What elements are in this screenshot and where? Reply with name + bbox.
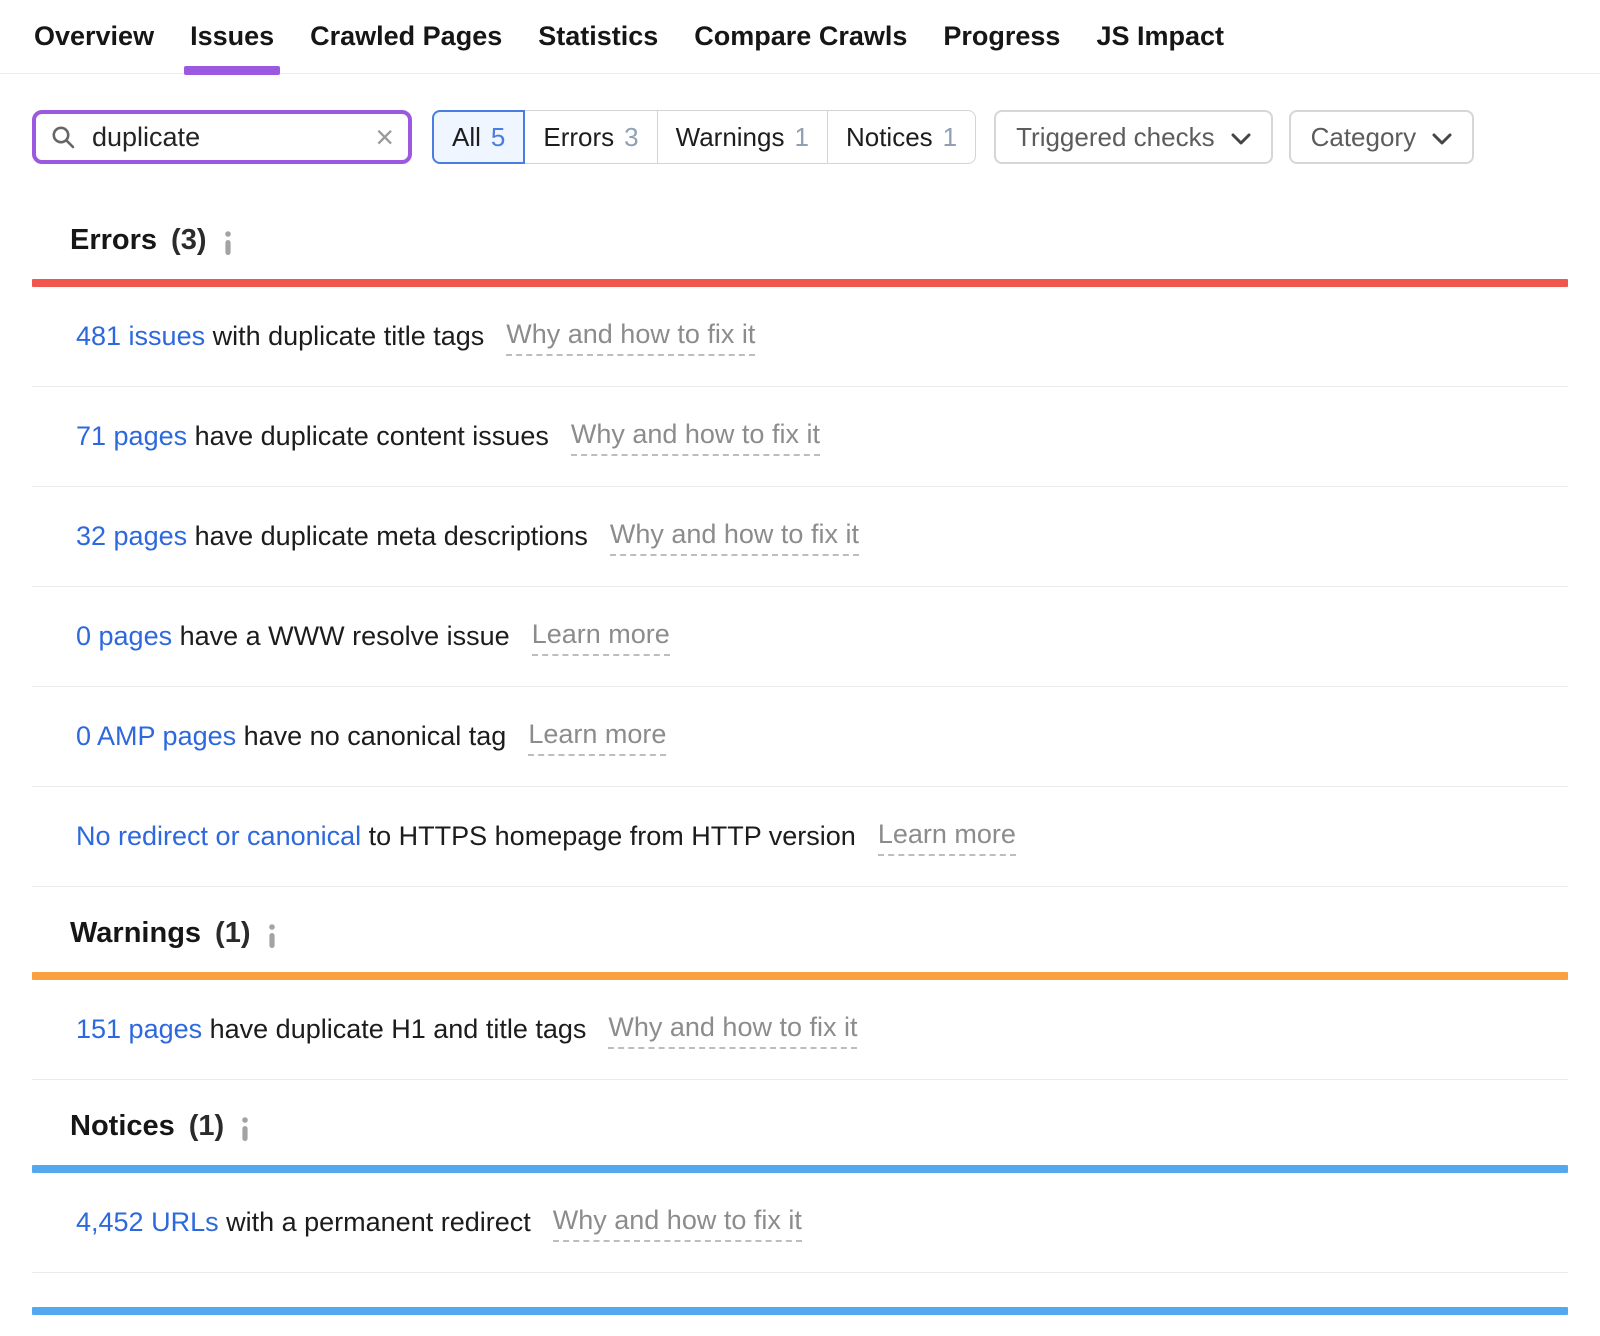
chevron-down-icon	[1432, 133, 1452, 145]
nav-tab-label: Issues	[190, 21, 274, 52]
filter-label: Warnings	[676, 122, 785, 153]
section-warnings: Warnings (1) 151 pages have duplicate H1…	[32, 887, 1568, 1080]
section-header: Warnings (1)	[32, 887, 1568, 972]
severity-bar	[32, 1165, 1568, 1173]
chevron-down-icon	[1231, 133, 1251, 145]
section-header: Notices (1)	[32, 1080, 1568, 1165]
filter-count: 3	[624, 122, 638, 153]
issue-row: 481 issues with duplicate title tags Why…	[32, 287, 1568, 387]
issue-help-link[interactable]: Why and how to fix it	[506, 317, 755, 355]
section-rows: 481 issues with duplicate title tags Why…	[32, 287, 1568, 887]
issue-count-link[interactable]: 0 pages	[76, 621, 172, 652]
clear-search-icon[interactable]: ×	[375, 121, 394, 153]
nav-tab-label: Overview	[34, 21, 154, 52]
issue-description: to HTTPS homepage from HTTP version	[361, 821, 856, 852]
nav-tab-statistics[interactable]: Statistics	[536, 0, 660, 73]
section-title: Notices	[70, 1110, 175, 1143]
nav-tab-progress[interactable]: Progress	[941, 0, 1062, 73]
issue-help-link[interactable]: Learn more	[528, 717, 666, 755]
issue-help-link[interactable]: Learn more	[878, 817, 1016, 855]
issue-help-link[interactable]: Why and how to fix it	[608, 1010, 857, 1048]
category-label: Category	[1311, 122, 1417, 153]
filter-count: 5	[491, 122, 505, 153]
nav-tab-label: Progress	[943, 21, 1060, 52]
severity-filter-group: All 5 Errors 3 Warnings 1 Notices 1	[432, 110, 976, 164]
category-dropdown[interactable]: Category	[1289, 110, 1475, 164]
top-nav: Overview Issues Crawled Pages Statistics…	[0, 0, 1600, 74]
issue-help-link[interactable]: Why and how to fix it	[553, 1203, 802, 1241]
next-section-bar	[32, 1307, 1568, 1315]
filter-notices[interactable]: Notices 1	[827, 110, 976, 164]
severity-bar	[32, 279, 1568, 287]
issue-count-link[interactable]: 71 pages	[76, 421, 187, 452]
issue-description: have no canonical tag	[236, 721, 506, 752]
section-rows: 151 pages have duplicate H1 and title ta…	[32, 980, 1568, 1080]
issue-row: 151 pages have duplicate H1 and title ta…	[32, 980, 1568, 1080]
nav-tab-label: Statistics	[538, 21, 658, 52]
section-count: (1)	[215, 917, 250, 950]
filter-label: Notices	[846, 122, 933, 153]
triggered-checks-label: Triggered checks	[1016, 122, 1214, 153]
info-icon[interactable]	[240, 1117, 250, 1141]
nav-tab-label: Crawled Pages	[310, 21, 502, 52]
triggered-checks-dropdown[interactable]: Triggered checks	[994, 110, 1272, 164]
section-notices: Notices (1) 4,452 URLs with a permanent …	[32, 1080, 1568, 1273]
issue-count-link[interactable]: 0 AMP pages	[76, 721, 236, 752]
issue-row: 0 pages have a WWW resolve issue Learn m…	[32, 587, 1568, 687]
filter-label: Errors	[543, 122, 614, 153]
section-count: (3)	[171, 224, 206, 257]
nav-tab-issues[interactable]: Issues	[188, 0, 276, 73]
issue-count-link[interactable]: 32 pages	[76, 521, 187, 552]
issue-description: have duplicate meta descriptions	[187, 521, 588, 552]
issue-row: 0 AMP pages have no canonical tag Learn …	[32, 687, 1568, 787]
issue-help-link[interactable]: Learn more	[532, 617, 670, 655]
section-title: Warnings	[70, 917, 201, 950]
issue-description: have duplicate H1 and title tags	[202, 1014, 586, 1045]
issue-row: 32 pages have duplicate meta description…	[32, 487, 1568, 587]
issue-help-link[interactable]: Why and how to fix it	[571, 417, 820, 455]
filter-errors[interactable]: Errors 3	[524, 110, 657, 164]
issue-row: 4,452 URLs with a permanent redirect Why…	[32, 1173, 1568, 1273]
issue-description: with duplicate title tags	[205, 321, 484, 352]
section-header: Errors (3)	[32, 194, 1568, 279]
issue-description: have duplicate content issues	[187, 421, 549, 452]
nav-tab-label: JS Impact	[1096, 21, 1224, 52]
issue-description: with a permanent redirect	[219, 1207, 531, 1238]
nav-tab-crawled-pages[interactable]: Crawled Pages	[308, 0, 504, 73]
nav-tab-label: Compare Crawls	[694, 21, 907, 52]
filter-label: All	[452, 122, 481, 153]
issues-toolbar: × All 5 Errors 3 Warnings 1 Notices 1 Tr…	[0, 110, 1600, 164]
section-count: (1)	[189, 1110, 224, 1143]
issue-count-link[interactable]: 151 pages	[76, 1014, 202, 1045]
nav-tab-compare-crawls[interactable]: Compare Crawls	[692, 0, 909, 73]
issues-list: Errors (3) 481 issues with duplicate tit…	[32, 194, 1568, 1273]
filter-count: 1	[943, 122, 957, 153]
section-errors: Errors (3) 481 issues with duplicate tit…	[32, 194, 1568, 887]
filter-all[interactable]: All 5	[432, 110, 525, 164]
nav-tab-overview[interactable]: Overview	[32, 0, 156, 73]
issue-row: 71 pages have duplicate content issues W…	[32, 387, 1568, 487]
section-title: Errors	[70, 224, 157, 257]
search-icon	[50, 124, 76, 150]
issue-count-link[interactable]: 481 issues	[76, 321, 205, 352]
issue-count-link[interactable]: No redirect or canonical	[76, 821, 361, 852]
issue-row: No redirect or canonical to HTTPS homepa…	[32, 787, 1568, 887]
section-rows: 4,452 URLs with a permanent redirect Why…	[32, 1173, 1568, 1273]
issue-search-box[interactable]: ×	[32, 110, 412, 164]
issue-description: have a WWW resolve issue	[172, 621, 510, 652]
filter-warnings[interactable]: Warnings 1	[657, 110, 828, 164]
nav-tab-js-impact[interactable]: JS Impact	[1094, 0, 1226, 73]
issue-count-link[interactable]: 4,452 URLs	[76, 1207, 219, 1238]
issue-search-input[interactable]	[90, 121, 361, 154]
info-icon[interactable]	[223, 231, 233, 255]
info-icon[interactable]	[267, 924, 277, 948]
filter-count: 1	[794, 122, 808, 153]
issue-help-link[interactable]: Why and how to fix it	[610, 517, 859, 555]
severity-bar	[32, 972, 1568, 980]
